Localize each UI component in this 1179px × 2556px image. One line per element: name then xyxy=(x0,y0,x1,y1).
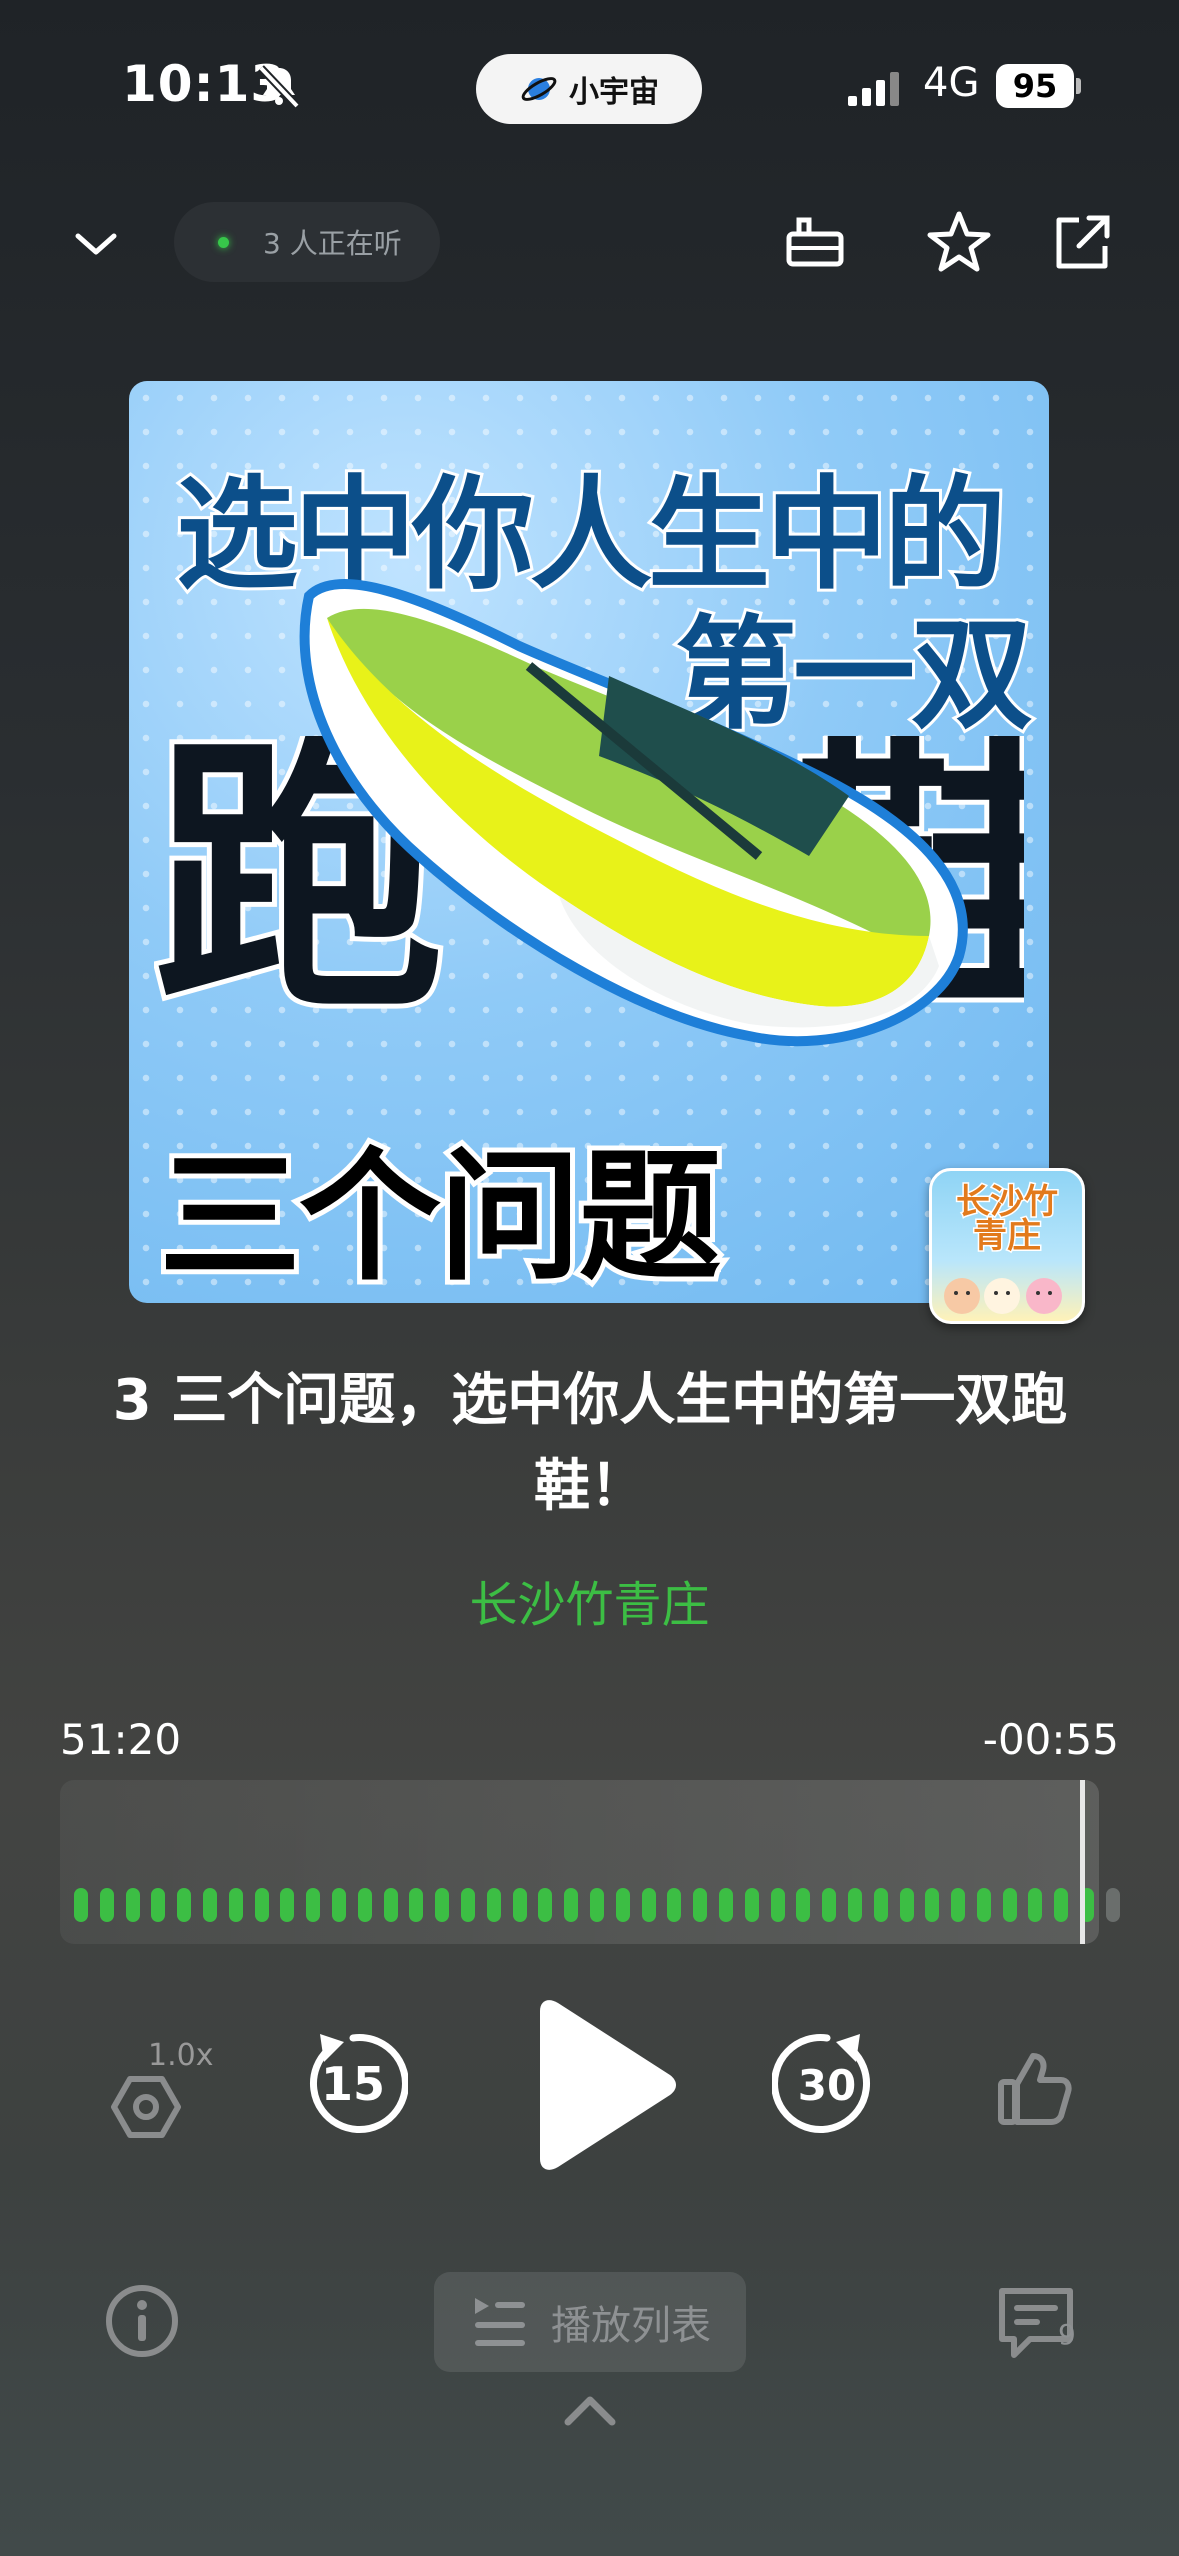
rewind-icon: 15 xyxy=(309,2034,409,2134)
network-label: 4G xyxy=(923,60,980,106)
waveform-bar xyxy=(151,1888,166,1922)
waveform-bar xyxy=(564,1888,579,1922)
waveform-bar xyxy=(693,1888,708,1922)
waveform-bar xyxy=(899,1888,914,1922)
listening-pill: 3 人正在听 xyxy=(174,202,440,282)
waveform-bar xyxy=(538,1888,553,1922)
info-icon[interactable] xyxy=(104,2283,180,2359)
forward-icon: 30 xyxy=(771,2034,871,2134)
rewind-15-button[interactable]: 15 xyxy=(298,2028,409,2138)
waveform-bar xyxy=(306,1888,321,1922)
app-pill[interactable]: 小宇宙 xyxy=(476,54,702,124)
waveform-bar xyxy=(744,1888,759,1922)
waveform-bar xyxy=(951,1888,966,1922)
waveform-bar xyxy=(177,1888,192,1922)
rewind-seconds: 15 xyxy=(321,2057,385,2111)
playhead[interactable] xyxy=(1080,1780,1085,1944)
playlist-label: 播放列表 xyxy=(551,2303,711,2349)
waveform-bar xyxy=(641,1888,656,1922)
subscribe-icon[interactable] xyxy=(781,208,849,276)
expand-up-icon[interactable] xyxy=(560,2390,620,2430)
waveform-bar xyxy=(718,1888,733,1922)
waveform-bar xyxy=(74,1888,88,1922)
playlist-icon xyxy=(475,2298,525,2346)
waveform-bar xyxy=(99,1888,114,1922)
comment-count: 9 xyxy=(1058,2318,1076,2351)
live-dot xyxy=(218,236,229,248)
waveform-bar xyxy=(873,1888,888,1922)
forward-seconds: 30 xyxy=(798,2061,856,2110)
badge-text: 长沙竹青庄 xyxy=(955,1182,1060,1256)
waveform-bar xyxy=(435,1888,450,1922)
waveform-bar xyxy=(770,1888,785,1922)
time-remaining: -00:55 xyxy=(982,1715,1119,1764)
waveform-bar xyxy=(1054,1888,1069,1922)
waveform-bar xyxy=(1028,1888,1043,1922)
cover-bottom: 三个问题 xyxy=(154,1130,726,1303)
waveform-bar xyxy=(667,1888,682,1922)
waveform-bar xyxy=(202,1888,217,1922)
star-icon[interactable] xyxy=(925,208,993,276)
waveform-bar xyxy=(383,1888,398,1922)
waveform-bar xyxy=(822,1888,837,1922)
waveform-bar xyxy=(460,1888,475,1922)
waveform-bar xyxy=(976,1888,991,1922)
waveform-bar xyxy=(254,1888,269,1922)
waveform-bars xyxy=(74,1888,1120,1922)
battery-indicator: 95 xyxy=(996,64,1074,108)
shoe-image xyxy=(299,579,968,1047)
waveform-bar xyxy=(925,1888,940,1922)
waveform-bar xyxy=(1002,1888,1017,1922)
waveform-bar xyxy=(615,1888,630,1922)
critters-illustration xyxy=(944,1278,1062,1314)
waveform-bar xyxy=(847,1888,862,1922)
waveform-bar xyxy=(357,1888,372,1922)
cover-art: 选中你人生中的 第一双 跑 鞋 三个问题 xyxy=(129,381,1049,1303)
waveform-bar xyxy=(125,1888,140,1922)
waveform-bar xyxy=(1105,1888,1120,1922)
waveform-bar xyxy=(280,1888,295,1922)
time-elapsed: 51:20 xyxy=(60,1715,182,1764)
signal-icon xyxy=(848,72,899,106)
forward-30-button[interactable]: 30 xyxy=(771,2028,882,2138)
channel-name-link[interactable]: 长沙竹青庄 xyxy=(0,1565,1179,1635)
waveform-bar xyxy=(331,1888,346,1922)
waveform-bar xyxy=(589,1888,604,1922)
waveform-bar xyxy=(228,1888,243,1922)
waveform-bar xyxy=(796,1888,811,1922)
play-icon[interactable] xyxy=(530,1995,680,2175)
playlist-button[interactable]: 播放列表 xyxy=(434,2272,746,2372)
share-icon[interactable] xyxy=(1049,208,1117,276)
app-name: 小宇宙 xyxy=(569,75,659,110)
collapse-chevron-icon[interactable] xyxy=(66,214,126,274)
waveform-bar xyxy=(486,1888,501,1922)
thumbs-up-icon[interactable] xyxy=(995,2048,1075,2128)
waveform-bar xyxy=(409,1888,424,1922)
speed-label: 1.0x xyxy=(148,2038,214,2073)
planet-icon xyxy=(521,77,557,101)
progress-waveform[interactable] xyxy=(60,1780,1120,1944)
bell-muted-icon xyxy=(258,65,300,109)
battery-cap xyxy=(1076,78,1081,94)
waveform-bar xyxy=(512,1888,527,1922)
listening-count: 3 人正在听 xyxy=(263,227,402,260)
channel-badge: 长沙竹青庄 xyxy=(929,1168,1085,1324)
episode-title: 3 三个问题，选中你人生中的第一双跑鞋！ xyxy=(112,1368,1068,1519)
